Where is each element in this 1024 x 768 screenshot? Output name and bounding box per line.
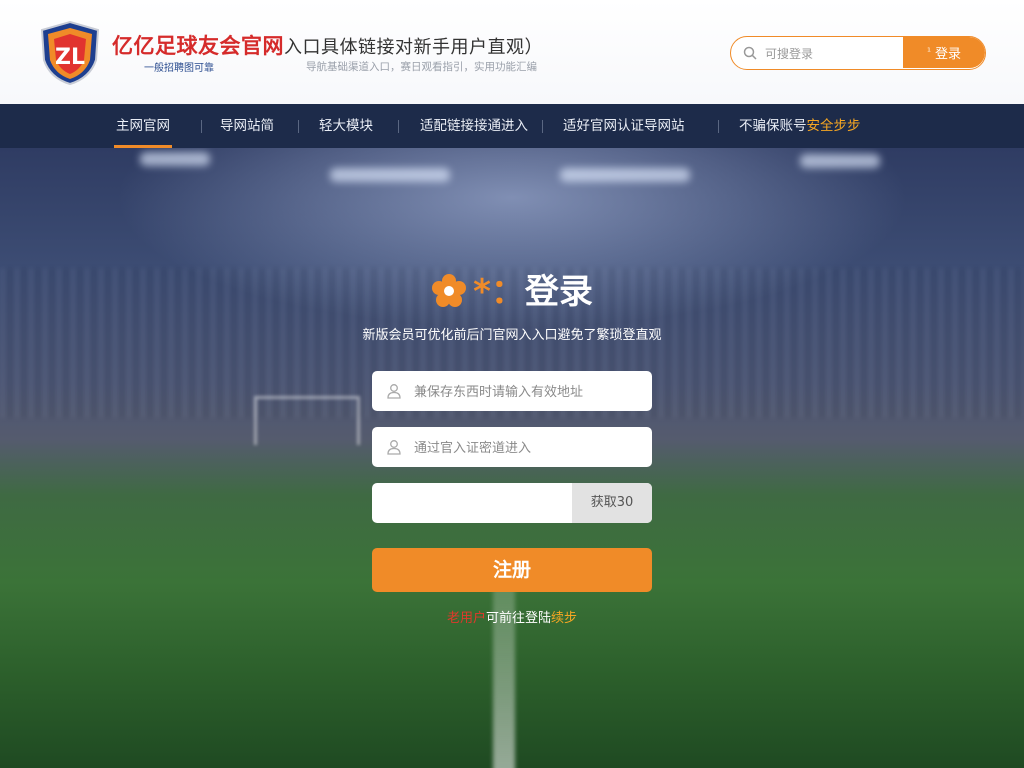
stadium-light bbox=[800, 154, 880, 168]
stadium-light bbox=[140, 152, 210, 166]
nav-label: 适好官网认证导网站 bbox=[563, 118, 685, 134]
nav-item-guide[interactable]: 导网站简 bbox=[220, 104, 274, 148]
stadium-light bbox=[330, 168, 450, 182]
nav-item-home[interactable]: 主网官网 bbox=[114, 104, 172, 148]
nav-divider bbox=[298, 120, 299, 133]
continue-link[interactable]: 续步 bbox=[551, 611, 577, 626]
register-button[interactable]: 注册 bbox=[372, 548, 652, 592]
login-title-colon: ： bbox=[490, 272, 525, 312]
nav-label: 不骗保账号 bbox=[739, 118, 807, 134]
nav-item-certified[interactable]: 适好官网认证导网站 bbox=[563, 104, 685, 148]
search-button-label: 登录 bbox=[935, 47, 962, 62]
get-code-button[interactable]: 获取30 bbox=[572, 483, 652, 523]
nav-item-modules[interactable]: 轻大模块 bbox=[319, 104, 373, 148]
nav-highlight: 安全步步 bbox=[806, 118, 861, 134]
brand-title-rest: 入口具体链接对新手用户直观） bbox=[284, 37, 543, 58]
username-input[interactable] bbox=[412, 371, 646, 413]
search-box: ¹ 登录 bbox=[730, 36, 986, 70]
svg-text:ZL: ZL bbox=[55, 45, 85, 70]
search-login-button[interactable]: ¹ 登录 bbox=[903, 37, 985, 68]
stadium-light bbox=[560, 168, 690, 182]
brand-title-main: 亿亿足球友会官网 bbox=[112, 34, 284, 58]
nav-item-security[interactable]: 不骗保账号安全步步 bbox=[739, 104, 861, 148]
search-button-prefix: ¹ bbox=[926, 47, 931, 58]
nav-divider bbox=[201, 120, 202, 133]
goal-post bbox=[254, 396, 360, 445]
login-title: *：登录 bbox=[0, 264, 1024, 313]
password-input[interactable] bbox=[412, 427, 646, 469]
password-field bbox=[372, 427, 652, 469]
search-icon bbox=[743, 46, 757, 60]
login-title-text: 登录 bbox=[524, 272, 593, 312]
login-title-star: * bbox=[473, 272, 491, 312]
old-user-link[interactable]: 老用户 bbox=[447, 611, 486, 626]
nav-label: 轻大模块 bbox=[319, 118, 373, 134]
username-field bbox=[372, 371, 652, 413]
brand-tagline: 导航基础渠道入口，赛日观看指引，实用功能汇编 bbox=[306, 61, 537, 73]
main-nav: 主网官网 导网站简 轻大模块 适配链接接通进入 适好官网认证导网站 不骗保账号安… bbox=[0, 104, 1024, 148]
brand-subtitle: 一般招聘图可靠 bbox=[144, 63, 214, 74]
nav-item-links[interactable]: 适配链接接通进入 bbox=[420, 104, 528, 148]
nav-label: 导网站简 bbox=[220, 118, 274, 134]
login-subtitle: 新版会员可优化前后门官网入入口避免了繁琐登直观 bbox=[362, 328, 662, 343]
nav-label: 主网官网 bbox=[116, 118, 170, 134]
nav-divider bbox=[718, 120, 719, 133]
user-icon bbox=[387, 440, 401, 455]
nav-label: 适配链接接通进入 bbox=[420, 118, 528, 134]
flower-icon bbox=[432, 274, 467, 307]
nav-divider bbox=[398, 120, 399, 133]
captcha-field: 获取30 bbox=[372, 483, 652, 525]
site-header: ZL 亿亿足球友会官网入口具体链接对新手用户直观） 一般招聘图可靠 导航基础渠道… bbox=[0, 0, 1024, 104]
nav-divider bbox=[542, 120, 543, 133]
user-icon bbox=[387, 384, 401, 399]
captcha-input[interactable] bbox=[384, 483, 568, 525]
search-input[interactable] bbox=[763, 37, 903, 69]
login-footer-note: 老用户可前往登陆续步 bbox=[0, 607, 1024, 626]
brand-title: 亿亿足球友会官网入口具体链接对新手用户直观） bbox=[112, 30, 543, 60]
club-shield-logo[interactable]: ZL bbox=[38, 20, 102, 86]
note-text: 可前往登陆 bbox=[485, 611, 551, 626]
